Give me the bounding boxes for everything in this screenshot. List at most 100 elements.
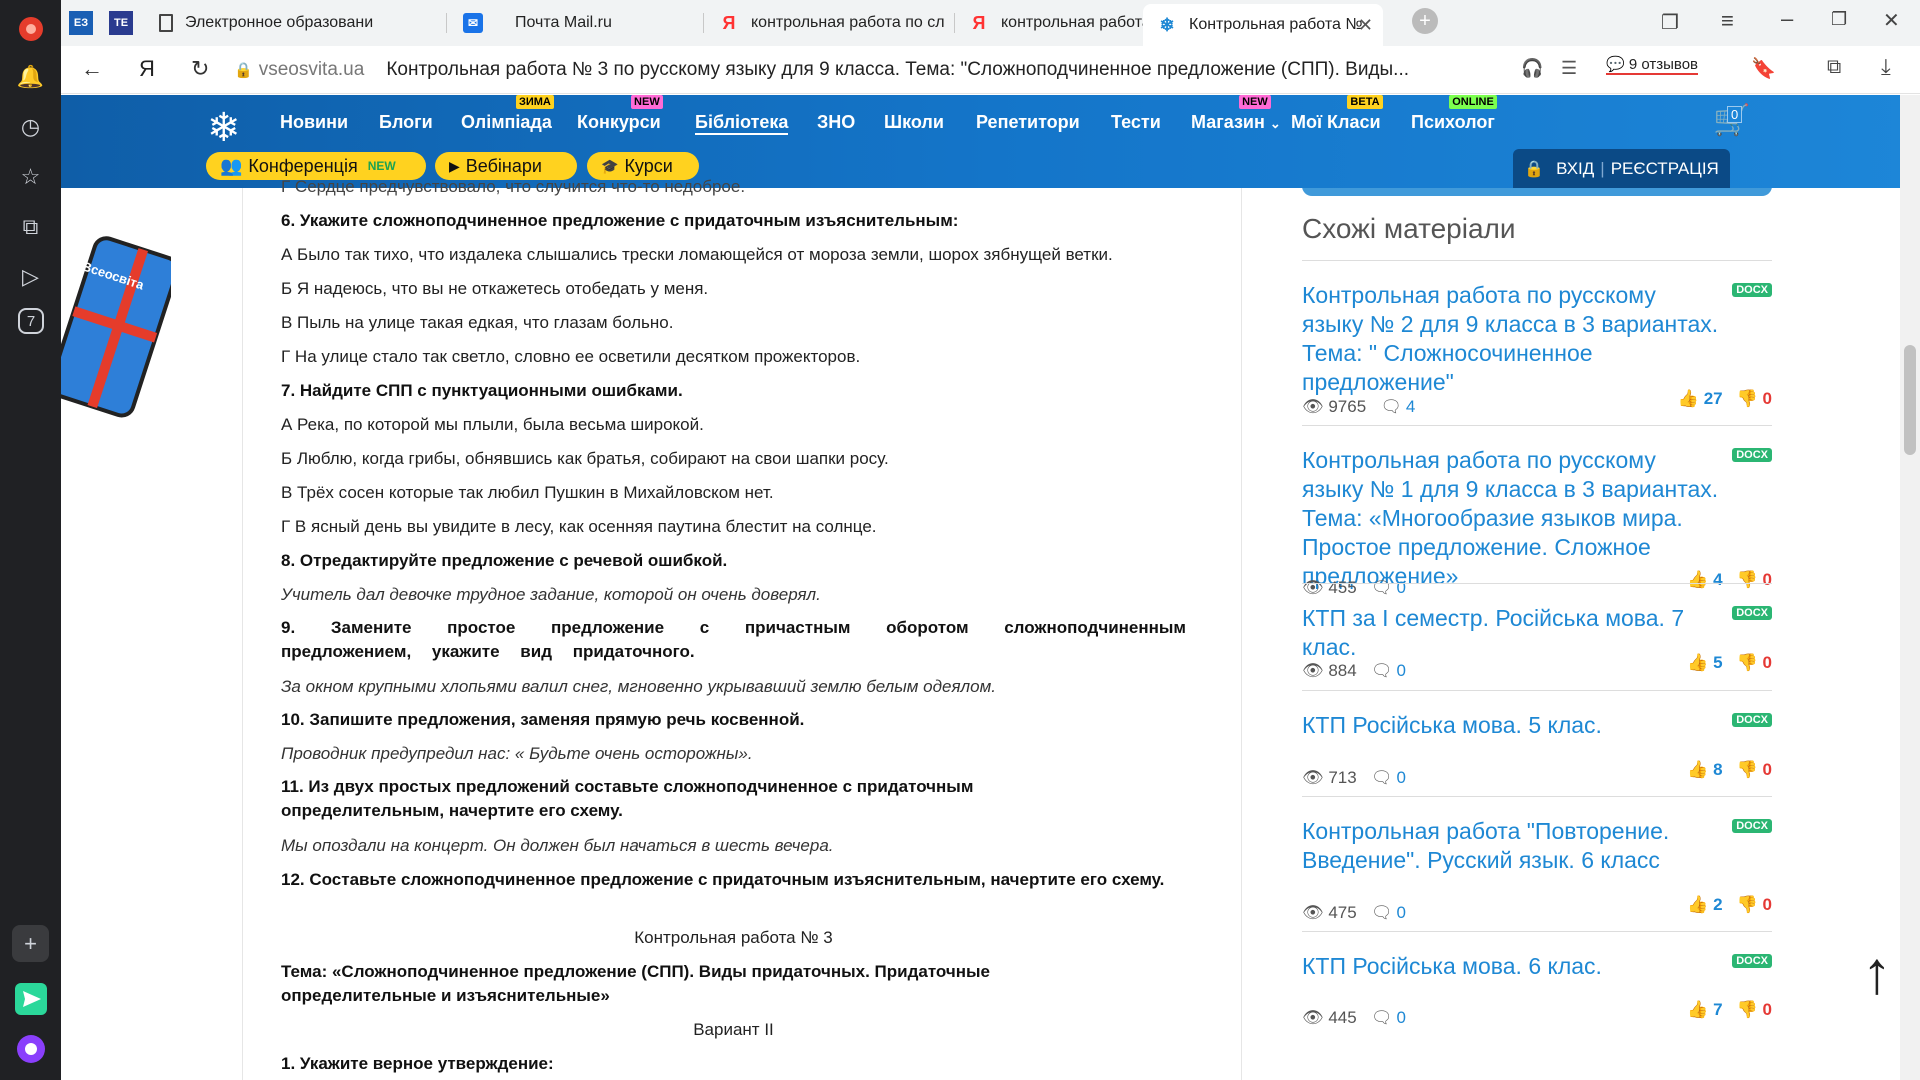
docx-badge: DOCX bbox=[1732, 283, 1772, 297]
bookmark-icon[interactable]: 🔖 bbox=[1751, 56, 1776, 81]
people-icon: 👥 bbox=[220, 155, 243, 176]
downloads-icon[interactable]: ⤓ bbox=[1881, 54, 1891, 80]
add-panel-icon[interactable]: + bbox=[12, 925, 49, 962]
tab-label: Почта Mail.ru bbox=[515, 14, 612, 31]
material-item[interactable]: Контрольная работа "Повторение. Введение… bbox=[1302, 796, 1772, 931]
material-item[interactable]: Контрольная работа по русскому языку № 2… bbox=[1302, 260, 1772, 425]
material-title[interactable]: КТП Російська мова. 6 клас. bbox=[1302, 952, 1722, 981]
pinned-tab-1-icon[interactable]: ЕЗ bbox=[69, 11, 93, 35]
tab-1[interactable]: Электронное образовани bbox=[151, 6, 439, 40]
history-icon[interactable]: ◷ bbox=[12, 108, 49, 145]
option-7c: В Трёх сосен которые так любил Пушкин в … bbox=[281, 483, 774, 502]
pinned-tab-2-icon[interactable]: TE bbox=[109, 11, 133, 35]
nav-contests[interactable]: Конкурси NEW bbox=[577, 95, 663, 133]
material-title[interactable]: КТП за І семестр. Російська мова. 7 клас… bbox=[1302, 604, 1722, 662]
url-field[interactable]: 🔒 vseosvita.ua Контрольная работа № 3 по… bbox=[234, 52, 1524, 88]
minimize-icon[interactable]: – bbox=[1781, 6, 1793, 32]
material-title[interactable]: Контрольная работа по русскому языку № 1… bbox=[1302, 446, 1722, 591]
new-tab-button[interactable]: + bbox=[1412, 8, 1438, 34]
graduation-cap-icon: 🎓 bbox=[601, 157, 619, 174]
notifications-icon[interactable]: 🔔 bbox=[12, 58, 49, 95]
collections-icon[interactable]: ⧉ bbox=[12, 208, 49, 245]
material-likes: 👍 8 👎 0 bbox=[1687, 760, 1772, 780]
nav-library[interactable]: Бібліотека bbox=[695, 112, 789, 135]
menu-icon[interactable]: ≡ bbox=[1721, 8, 1734, 34]
alice-icon[interactable] bbox=[12, 1030, 49, 1067]
promo-phone-image[interactable]: Всеосвіта bbox=[61, 230, 180, 425]
docx-badge: DOCX bbox=[1732, 819, 1772, 833]
reader-icon[interactable]: ☰ bbox=[1561, 58, 1577, 79]
thumbs-up-icon[interactable]: 👍 bbox=[1687, 1000, 1708, 1019]
yandex-home-icon[interactable]: Я bbox=[139, 56, 155, 82]
cart-count: 0 bbox=[1727, 106, 1743, 123]
browser-logo-icon[interactable] bbox=[12, 10, 49, 47]
question-7: 7. Найдите СПП с пунктуационными ошибкам… bbox=[281, 381, 683, 400]
extensions-icon[interactable]: ⧉ bbox=[1827, 56, 1841, 79]
nav-shop[interactable]: Магазин ⌄ NEW bbox=[1191, 95, 1281, 133]
tab-3[interactable]: Яконтрольная работа по сл bbox=[711, 6, 951, 40]
yandex-icon: Я bbox=[722, 12, 736, 33]
cart-icon[interactable]: 🛒0 bbox=[1713, 103, 1757, 143]
nav-olympiad[interactable]: Олімпіада ЗИМА bbox=[461, 95, 554, 133]
site-logo-icon[interactable]: ❄ bbox=[207, 105, 241, 151]
tab-2[interactable]: ✉ Почта Mail.ru bbox=[455, 6, 695, 40]
video-icon[interactable]: ▷ bbox=[12, 258, 49, 295]
tabs-menu-icon[interactable]: ❐ bbox=[1661, 10, 1679, 35]
scroll-to-top-icon[interactable]: ↑ bbox=[1862, 938, 1892, 1007]
login-link[interactable]: ВХІД bbox=[1556, 159, 1594, 179]
thumbs-up-icon[interactable]: 👍 bbox=[1687, 653, 1708, 672]
question-8: 8. Отредактируйте предложение с речевой … bbox=[281, 551, 728, 570]
thumbs-down-icon[interactable]: 👎 bbox=[1737, 760, 1758, 779]
headphones-icon[interactable]: 🎧 bbox=[1521, 58, 1543, 79]
nav-news[interactable]: Новини bbox=[280, 112, 348, 133]
close-window-icon[interactable]: ✕ bbox=[1883, 8, 1900, 33]
likes-count: 27 bbox=[1703, 389, 1723, 408]
nav-tutors[interactable]: Репетитори bbox=[976, 112, 1080, 133]
close-tab-icon[interactable]: ✕ bbox=[1358, 15, 1373, 36]
views-count: 445 bbox=[1328, 1008, 1357, 1027]
material-likes: 👍 5 👎 0 bbox=[1687, 653, 1772, 673]
material-item[interactable]: КТП за І семестр. Російська мова. 7 клас… bbox=[1302, 583, 1772, 690]
nav-zno[interactable]: ЗНО bbox=[817, 112, 855, 133]
eye-icon: 👁 bbox=[1302, 397, 1324, 416]
topic: Тема: «Сложноподчиненное предложение (СП… bbox=[281, 962, 990, 1005]
reviews-button[interactable]: 💬 9 отзывов bbox=[1606, 55, 1699, 75]
material-title[interactable]: КТП Російська мова. 5 клас. bbox=[1302, 711, 1722, 740]
material-item[interactable]: Контрольная работа по русскому языку № 1… bbox=[1302, 425, 1772, 597]
thumbs-down-icon[interactable]: 👎 bbox=[1737, 895, 1758, 914]
nav-psychologist[interactable]: Психолог ONLINE bbox=[1411, 95, 1497, 133]
side-badge[interactable]: 7 bbox=[18, 308, 44, 334]
thumbs-down-icon[interactable]: 👎 bbox=[1737, 1000, 1758, 1019]
bookmarks-icon[interactable]: ☆ bbox=[12, 158, 49, 195]
material-item[interactable]: КТП Російська мова. 5 клас. DOCX 👁 713 🗨 0 👍… bbox=[1302, 690, 1772, 796]
thumbs-down-icon[interactable]: 👎 bbox=[1737, 389, 1758, 408]
nav-tests[interactable]: Тести bbox=[1111, 112, 1161, 133]
snowflake-icon: ❄ bbox=[1159, 14, 1175, 35]
tab-label: Контрольная работа № bbox=[1189, 16, 1363, 33]
page-scrollbar[interactable] bbox=[1900, 95, 1920, 1080]
nav-schools[interactable]: Школи bbox=[884, 112, 944, 133]
option-6b: Б Я надеюсь, что вы не откажетесь отобед… bbox=[281, 279, 709, 298]
thumbs-up-icon[interactable]: 👍 bbox=[1687, 760, 1708, 779]
nav-my-classes[interactable]: Мої Класи BETA bbox=[1291, 95, 1383, 133]
docx-badge: DOCX bbox=[1732, 713, 1772, 727]
thumbs-up-icon[interactable]: 👍 bbox=[1678, 389, 1699, 408]
back-icon[interactable]: ← bbox=[81, 56, 103, 82]
scrollbar-thumb[interactable] bbox=[1904, 345, 1916, 455]
url-domain: vseosvita.ua bbox=[258, 59, 365, 80]
material-title[interactable]: Контрольная работа по русскому языку № 2… bbox=[1302, 281, 1722, 397]
thumbs-up-icon[interactable]: 👍 bbox=[1687, 895, 1708, 914]
register-link[interactable]: РЕЄСТРАЦІЯ bbox=[1611, 159, 1719, 179]
nav-blogs[interactable]: Блоги bbox=[379, 112, 433, 133]
reload-icon[interactable]: ↻ bbox=[191, 56, 209, 82]
material-stats: 👁 9765 🗨 4 bbox=[1302, 397, 1415, 417]
login-register[interactable]: 🔒 ВХІД | РЕЄСТРАЦІЯ bbox=[1513, 149, 1730, 188]
material-item[interactable]: КТП Російська мова. 6 клас. DOCX 👁 445 🗨 0 👍… bbox=[1302, 931, 1772, 1031]
tab-active[interactable]: ❄ Контрольная работа № ✕ bbox=[1143, 4, 1383, 46]
reviews-icon: 💬 bbox=[1606, 56, 1625, 73]
restore-icon[interactable]: ❐ bbox=[1831, 9, 1847, 30]
material-title[interactable]: Контрольная работа "Повторение. Введение… bbox=[1302, 817, 1722, 875]
video-icon: ▶ bbox=[449, 157, 460, 174]
messenger-icon[interactable] bbox=[12, 980, 49, 1017]
thumbs-down-icon[interactable]: 👎 bbox=[1737, 653, 1758, 672]
